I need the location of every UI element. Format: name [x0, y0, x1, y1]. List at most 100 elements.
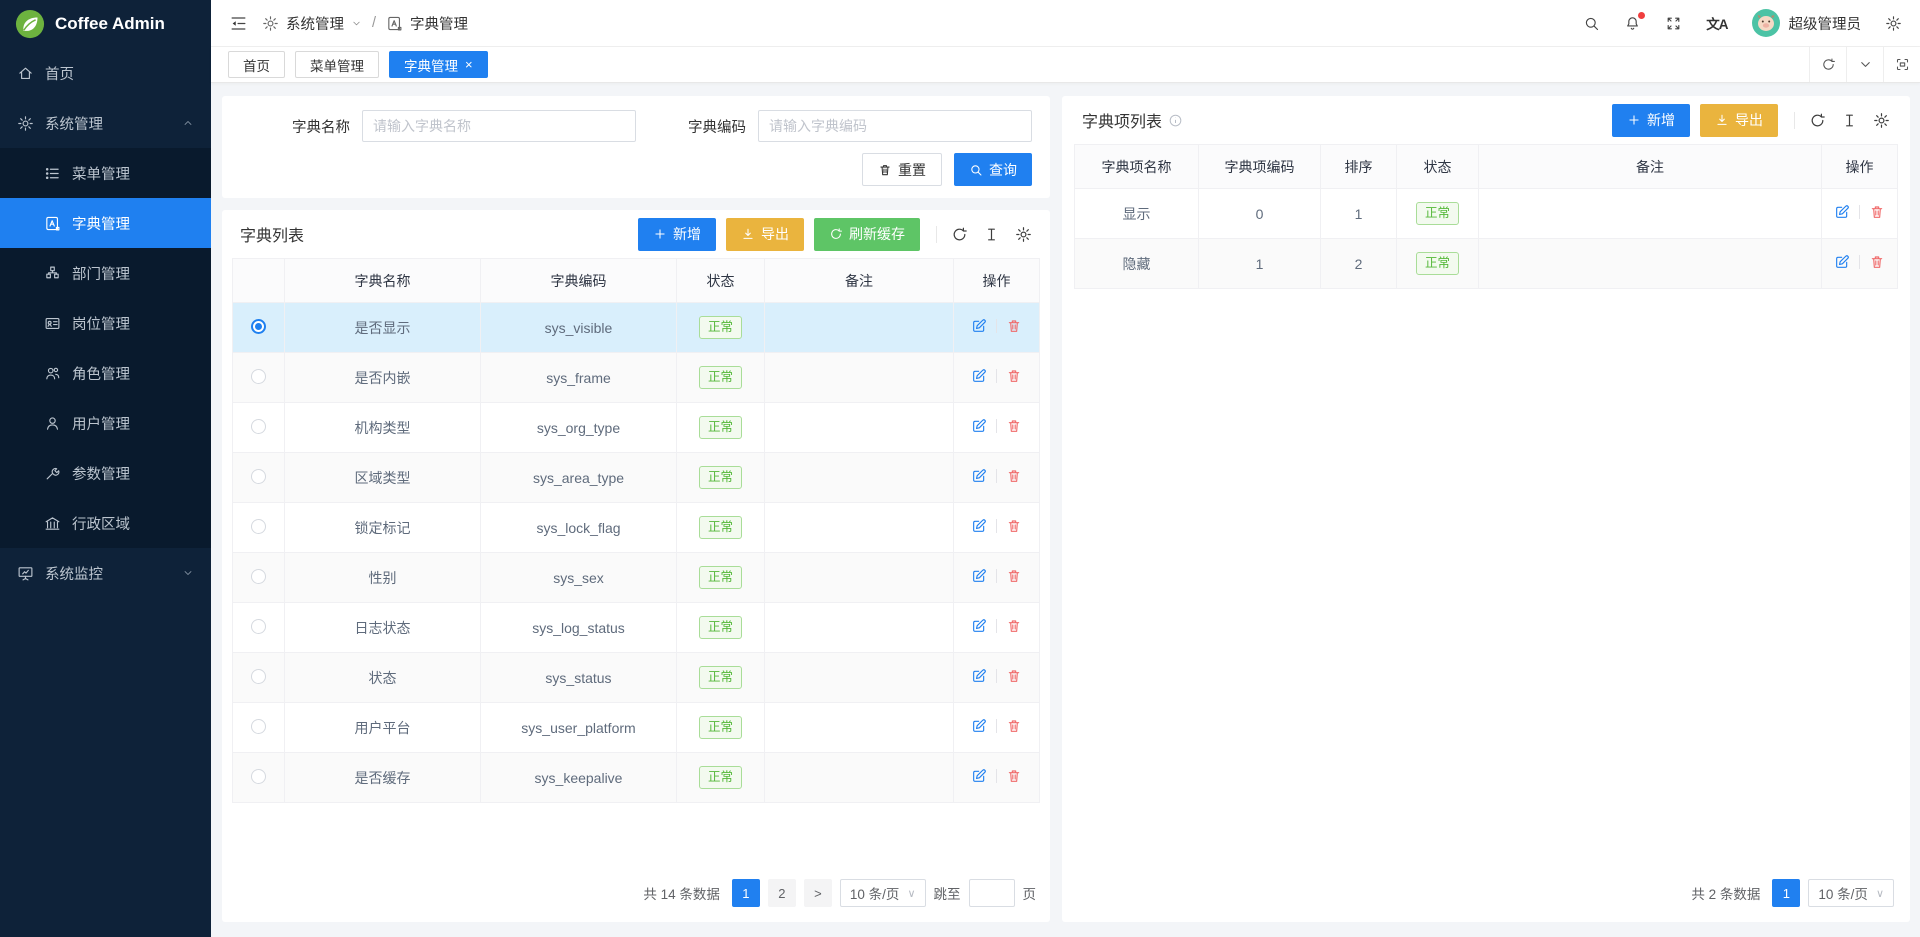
edit-icon[interactable]: [971, 668, 987, 684]
delete-icon[interactable]: [1869, 254, 1885, 270]
row-radio[interactable]: [251, 769, 266, 784]
item-name-cell: 显示: [1075, 189, 1199, 239]
table-row[interactable]: 机构类型 sys_org_type 正常: [233, 403, 1040, 453]
refresh-cache-button[interactable]: 刷新缓存: [814, 218, 920, 251]
delete-icon[interactable]: [1006, 768, 1022, 784]
edit-icon[interactable]: [971, 718, 987, 734]
info-icon[interactable]: [1168, 113, 1183, 128]
column-settings-gear-icon[interactable]: [1015, 226, 1032, 243]
maximize-content-icon[interactable]: [1883, 47, 1920, 82]
table-row[interactable]: 是否显示 sys_visible 正常: [233, 303, 1040, 353]
export-dict-button[interactable]: 导出: [726, 218, 804, 251]
delete-icon[interactable]: [1006, 518, 1022, 534]
edit-icon[interactable]: [971, 318, 987, 334]
row-radio[interactable]: [251, 419, 266, 434]
sidebar-subitem[interactable]: 岗位管理: [0, 298, 211, 348]
delete-icon[interactable]: [1006, 468, 1022, 484]
edit-icon[interactable]: [971, 768, 987, 784]
edit-icon[interactable]: [971, 468, 987, 484]
edit-icon[interactable]: [971, 518, 987, 534]
table-row[interactable]: 用户平台 sys_user_platform 正常: [233, 703, 1040, 753]
user-menu[interactable]: 超级管理员: [1752, 9, 1862, 37]
add-dict-button[interactable]: 新增: [638, 218, 716, 251]
delete-icon[interactable]: [1006, 318, 1022, 334]
refresh-table-icon[interactable]: [1809, 112, 1826, 129]
table-row[interactable]: 隐藏 1 2 正常: [1075, 239, 1898, 289]
row-radio[interactable]: [251, 319, 266, 334]
delete-icon[interactable]: [1006, 668, 1022, 684]
next-page-button[interactable]: >: [804, 879, 832, 907]
edit-icon[interactable]: [1834, 254, 1850, 270]
table-row[interactable]: 是否缓存 sys_keepalive 正常: [233, 753, 1040, 803]
edit-icon[interactable]: [971, 368, 987, 384]
page-tab[interactable]: 首页 ×: [228, 51, 285, 78]
delete-icon[interactable]: [1006, 418, 1022, 434]
tab-more-chevron-icon[interactable]: [1846, 47, 1883, 82]
language-icon[interactable]: 文A: [1706, 13, 1727, 33]
delete-icon[interactable]: [1869, 204, 1885, 220]
page-button-2[interactable]: 2: [768, 879, 796, 907]
edit-icon[interactable]: [971, 618, 987, 634]
export-dict-item-button[interactable]: 导出: [1700, 104, 1778, 137]
table-row[interactable]: 性别 sys_sex 正常: [233, 553, 1040, 603]
row-height-icon[interactable]: [1841, 112, 1858, 129]
reset-button[interactable]: 重置: [862, 153, 942, 186]
sidebar-subitem[interactable]: 用户管理: [0, 398, 211, 448]
settings-gear-icon[interactable]: [1885, 15, 1902, 32]
sidebar-subitem[interactable]: 行政区域: [0, 498, 211, 548]
page-tab[interactable]: 菜单管理 ×: [295, 51, 379, 78]
row-radio[interactable]: [251, 469, 266, 484]
delete-icon[interactable]: [1006, 718, 1022, 734]
query-button[interactable]: 查询: [954, 153, 1032, 186]
row-height-icon[interactable]: [983, 226, 1000, 243]
jump-page-input[interactable]: [969, 879, 1015, 907]
row-radio[interactable]: [251, 669, 266, 684]
table-row[interactable]: 是否内嵌 sys_frame 正常: [233, 353, 1040, 403]
refresh-page-icon[interactable]: [1809, 47, 1846, 82]
user-name: 超级管理员: [1789, 13, 1862, 34]
search-icon[interactable]: [1583, 15, 1600, 32]
dict-code-input[interactable]: [758, 110, 1032, 142]
table-row[interactable]: 显示 0 1 正常: [1075, 189, 1898, 239]
delete-icon[interactable]: [1006, 368, 1022, 384]
dict-name-input[interactable]: [362, 110, 636, 142]
table-row[interactable]: 日志状态 sys_log_status 正常: [233, 603, 1040, 653]
sidebar-subitem[interactable]: 字典管理: [0, 198, 211, 248]
breadcrumb-level1[interactable]: 系统管理: [286, 13, 344, 34]
row-radio[interactable]: [251, 519, 266, 534]
page-size-select[interactable]: 10 条/页 ∨: [1808, 879, 1894, 907]
dict-name-cell: 是否缓存: [285, 753, 481, 803]
sidebar-item-home[interactable]: 首页: [0, 48, 211, 98]
sidebar-subitem[interactable]: 参数管理: [0, 448, 211, 498]
table-row[interactable]: 区域类型 sys_area_type 正常: [233, 453, 1040, 503]
search-form-card: 字典名称 字典编码 重置: [222, 96, 1050, 198]
fullscreen-icon[interactable]: [1665, 15, 1682, 32]
sidebar-item-monitor[interactable]: 系统监控: [0, 548, 211, 598]
row-radio[interactable]: [251, 719, 266, 734]
delete-icon[interactable]: [1006, 568, 1022, 584]
column-settings-gear-icon[interactable]: [1873, 112, 1890, 129]
edit-icon[interactable]: [971, 568, 987, 584]
refresh-table-icon[interactable]: [951, 226, 968, 243]
sidebar-subitem[interactable]: 部门管理: [0, 248, 211, 298]
table-row[interactable]: 状态 sys_status 正常: [233, 653, 1040, 703]
row-radio[interactable]: [251, 569, 266, 584]
close-icon[interactable]: ×: [465, 58, 473, 71]
row-radio[interactable]: [251, 619, 266, 634]
page-button-1[interactable]: 1: [732, 879, 760, 907]
notification-bell-icon[interactable]: [1624, 15, 1641, 32]
edit-icon[interactable]: [971, 418, 987, 434]
add-dict-item-button[interactable]: 新增: [1612, 104, 1690, 137]
edit-icon[interactable]: [1834, 204, 1850, 220]
sidebar-item-system[interactable]: 系统管理: [0, 98, 211, 148]
page-tab[interactable]: 字典管理 ×: [389, 51, 488, 78]
delete-icon[interactable]: [1006, 618, 1022, 634]
page-button-1[interactable]: 1: [1772, 879, 1800, 907]
sidebar-subitem[interactable]: 角色管理: [0, 348, 211, 398]
breadcrumb-level2[interactable]: 字典管理: [410, 13, 468, 34]
sidebar-subitem[interactable]: 菜单管理: [0, 148, 211, 198]
row-radio[interactable]: [251, 369, 266, 384]
table-row[interactable]: 锁定标记 sys_lock_flag 正常: [233, 503, 1040, 553]
collapse-sidebar-icon[interactable]: [229, 14, 248, 33]
page-size-select[interactable]: 10 条/页 ∨: [840, 879, 926, 907]
